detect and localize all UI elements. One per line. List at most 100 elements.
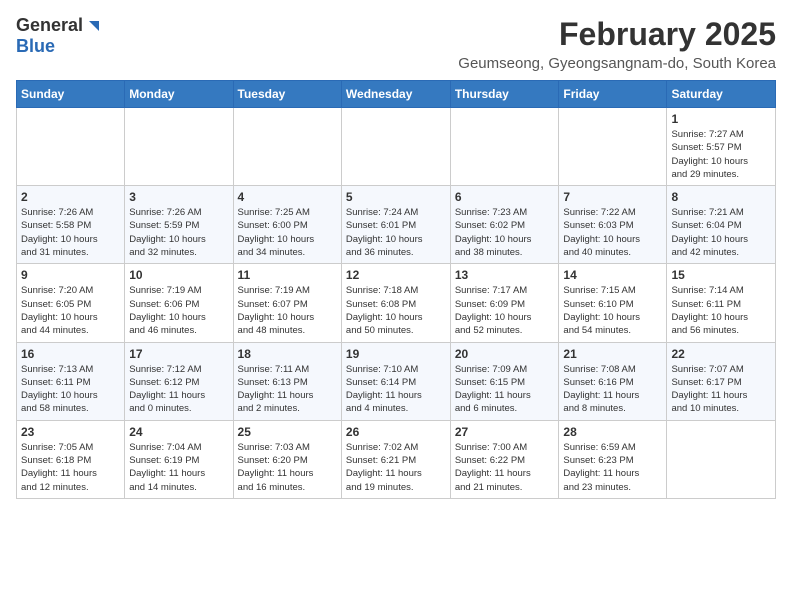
cell-day-number: 23 bbox=[21, 425, 120, 439]
calendar-week-row: 1 Sunrise: 7:27 AM Sunset: 5:57 PM Daylig… bbox=[17, 108, 776, 186]
calendar-cell bbox=[341, 108, 450, 186]
cell-day-number: 3 bbox=[129, 190, 228, 204]
cell-day-number: 26 bbox=[346, 425, 446, 439]
cell-info-text: Sunrise: 7:08 AM Sunset: 6:16 PM Dayligh… bbox=[563, 363, 662, 416]
calendar-header-friday: Friday bbox=[559, 81, 667, 108]
calendar-cell bbox=[559, 108, 667, 186]
cell-day-number: 24 bbox=[129, 425, 228, 439]
cell-info-text: Sunrise: 7:22 AM Sunset: 6:03 PM Dayligh… bbox=[563, 206, 662, 259]
calendar-cell: 10 Sunrise: 7:19 AM Sunset: 6:06 PM Dayli… bbox=[125, 264, 233, 342]
calendar-week-row: 16 Sunrise: 7:13 AM Sunset: 6:11 PM Dayli… bbox=[17, 342, 776, 420]
cell-day-number: 4 bbox=[238, 190, 337, 204]
calendar: SundayMondayTuesdayWednesdayThursdayFrid… bbox=[16, 80, 776, 499]
calendar-cell: 5 Sunrise: 7:24 AM Sunset: 6:01 PM Daylig… bbox=[341, 186, 450, 264]
calendar-header-monday: Monday bbox=[125, 81, 233, 108]
calendar-header-sunday: Sunday bbox=[17, 81, 125, 108]
calendar-cell: 7 Sunrise: 7:22 AM Sunset: 6:03 PM Daylig… bbox=[559, 186, 667, 264]
cell-info-text: Sunrise: 7:26 AM Sunset: 5:58 PM Dayligh… bbox=[21, 206, 120, 259]
cell-day-number: 21 bbox=[563, 347, 662, 361]
calendar-header-saturday: Saturday bbox=[667, 81, 776, 108]
cell-info-text: Sunrise: 7:12 AM Sunset: 6:12 PM Dayligh… bbox=[129, 363, 228, 416]
cell-info-text: Sunrise: 7:03 AM Sunset: 6:20 PM Dayligh… bbox=[238, 441, 337, 494]
cell-day-number: 9 bbox=[21, 268, 120, 282]
cell-day-number: 11 bbox=[238, 268, 337, 282]
calendar-cell: 4 Sunrise: 7:25 AM Sunset: 6:00 PM Daylig… bbox=[233, 186, 341, 264]
calendar-header-thursday: Thursday bbox=[450, 81, 559, 108]
calendar-cell: 11 Sunrise: 7:19 AM Sunset: 6:07 PM Dayli… bbox=[233, 264, 341, 342]
cell-info-text: Sunrise: 6:59 AM Sunset: 6:23 PM Dayligh… bbox=[563, 441, 662, 494]
calendar-cell: 13 Sunrise: 7:17 AM Sunset: 6:09 PM Dayli… bbox=[450, 264, 559, 342]
cell-info-text: Sunrise: 7:20 AM Sunset: 6:05 PM Dayligh… bbox=[21, 284, 120, 337]
subtitle: Geumseong, Gyeongsangnam-do, South Korea bbox=[458, 55, 776, 72]
cell-day-number: 25 bbox=[238, 425, 337, 439]
calendar-header-row: SundayMondayTuesdayWednesdayThursdayFrid… bbox=[17, 81, 776, 108]
cell-day-number: 15 bbox=[671, 268, 771, 282]
cell-info-text: Sunrise: 7:05 AM Sunset: 6:18 PM Dayligh… bbox=[21, 441, 120, 494]
calendar-cell: 27 Sunrise: 7:00 AM Sunset: 6:22 PM Dayli… bbox=[450, 420, 559, 498]
cell-day-number: 18 bbox=[238, 347, 337, 361]
cell-day-number: 27 bbox=[455, 425, 555, 439]
calendar-cell: 8Sunrise: 7:21 AM Sunset: 6:04 PM Daylig… bbox=[667, 186, 776, 264]
cell-info-text: Sunrise: 7:17 AM Sunset: 6:09 PM Dayligh… bbox=[455, 284, 555, 337]
cell-info-text: Sunrise: 7:19 AM Sunset: 6:07 PM Dayligh… bbox=[238, 284, 337, 337]
calendar-cell bbox=[233, 108, 341, 186]
cell-info-text: Sunrise: 7:09 AM Sunset: 6:15 PM Dayligh… bbox=[455, 363, 555, 416]
cell-day-number: 17 bbox=[129, 347, 228, 361]
cell-info-text: Sunrise: 7:14 AM Sunset: 6:11 PM Dayligh… bbox=[671, 284, 771, 337]
cell-info-text: Sunrise: 7:25 AM Sunset: 6:00 PM Dayligh… bbox=[238, 206, 337, 259]
title-area: February 2025 Geumseong, Gyeongsangnam-d… bbox=[458, 16, 776, 72]
cell-info-text: Sunrise: 7:13 AM Sunset: 6:11 PM Dayligh… bbox=[21, 363, 120, 416]
cell-info-text: Sunrise: 7:19 AM Sunset: 6:06 PM Dayligh… bbox=[129, 284, 228, 337]
cell-day-number: 1 bbox=[671, 112, 771, 126]
logo: General Blue bbox=[16, 16, 103, 57]
cell-day-number: 20 bbox=[455, 347, 555, 361]
logo-blue: Blue bbox=[16, 36, 55, 57]
calendar-cell: 6 Sunrise: 7:23 AM Sunset: 6:02 PM Daylig… bbox=[450, 186, 559, 264]
cell-day-number: 2 bbox=[21, 190, 120, 204]
cell-info-text: Sunrise: 7:11 AM Sunset: 6:13 PM Dayligh… bbox=[238, 363, 337, 416]
calendar-cell bbox=[17, 108, 125, 186]
calendar-header-tuesday: Tuesday bbox=[233, 81, 341, 108]
calendar-cell: 15 Sunrise: 7:14 AM Sunset: 6:11 PM Dayli… bbox=[667, 264, 776, 342]
logo-general: General bbox=[16, 16, 83, 36]
cell-info-text: Sunrise: 7:18 AM Sunset: 6:08 PM Dayligh… bbox=[346, 284, 446, 337]
main-title: February 2025 bbox=[458, 16, 776, 53]
cell-day-number: 8 bbox=[671, 190, 771, 204]
calendar-cell: 24Sunrise: 7:04 AM Sunset: 6:19 PM Dayli… bbox=[125, 420, 233, 498]
cell-day-number: 5 bbox=[346, 190, 446, 204]
calendar-cell: 28 Sunrise: 6:59 AM Sunset: 6:23 PM Dayli… bbox=[559, 420, 667, 498]
cell-day-number: 10 bbox=[129, 268, 228, 282]
calendar-cell: 12 Sunrise: 7:18 AM Sunset: 6:08 PM Dayli… bbox=[341, 264, 450, 342]
logo-arrow-icon bbox=[85, 17, 103, 35]
header: General Blue February 2025 Geumseong, Gy… bbox=[16, 16, 776, 72]
calendar-cell: 3Sunrise: 7:26 AM Sunset: 5:59 PM Daylig… bbox=[125, 186, 233, 264]
calendar-cell: 18 Sunrise: 7:11 AM Sunset: 6:13 PM Dayli… bbox=[233, 342, 341, 420]
cell-day-number: 13 bbox=[455, 268, 555, 282]
calendar-cell: 19Sunrise: 7:10 AM Sunset: 6:14 PM Dayli… bbox=[341, 342, 450, 420]
calendar-cell: 20 Sunrise: 7:09 AM Sunset: 6:15 PM Dayli… bbox=[450, 342, 559, 420]
calendar-header-wednesday: Wednesday bbox=[341, 81, 450, 108]
cell-info-text: Sunrise: 7:23 AM Sunset: 6:02 PM Dayligh… bbox=[455, 206, 555, 259]
calendar-week-row: 2 Sunrise: 7:26 AM Sunset: 5:58 PM Daylig… bbox=[17, 186, 776, 264]
calendar-week-row: 23 Sunrise: 7:05 AM Sunset: 6:18 PM Dayli… bbox=[17, 420, 776, 498]
cell-day-number: 16 bbox=[21, 347, 120, 361]
cell-day-number: 6 bbox=[455, 190, 555, 204]
calendar-cell: 21 Sunrise: 7:08 AM Sunset: 6:16 PM Dayli… bbox=[559, 342, 667, 420]
cell-day-number: 28 bbox=[563, 425, 662, 439]
cell-day-number: 22 bbox=[671, 347, 771, 361]
calendar-cell: 1 Sunrise: 7:27 AM Sunset: 5:57 PM Daylig… bbox=[667, 108, 776, 186]
calendar-cell: 16 Sunrise: 7:13 AM Sunset: 6:11 PM Dayli… bbox=[17, 342, 125, 420]
cell-day-number: 14 bbox=[563, 268, 662, 282]
cell-info-text: Sunrise: 7:27 AM Sunset: 5:57 PM Dayligh… bbox=[671, 128, 771, 181]
cell-day-number: 7 bbox=[563, 190, 662, 204]
calendar-cell bbox=[125, 108, 233, 186]
calendar-cell: 25 Sunrise: 7:03 AM Sunset: 6:20 PM Dayli… bbox=[233, 420, 341, 498]
cell-day-number: 12 bbox=[346, 268, 446, 282]
calendar-cell: 2 Sunrise: 7:26 AM Sunset: 5:58 PM Daylig… bbox=[17, 186, 125, 264]
cell-info-text: Sunrise: 7:00 AM Sunset: 6:22 PM Dayligh… bbox=[455, 441, 555, 494]
cell-info-text: Sunrise: 7:10 AM Sunset: 6:14 PM Dayligh… bbox=[346, 363, 446, 416]
calendar-cell: 14Sunrise: 7:15 AM Sunset: 6:10 PM Dayli… bbox=[559, 264, 667, 342]
calendar-cell: 9 Sunrise: 7:20 AM Sunset: 6:05 PM Daylig… bbox=[17, 264, 125, 342]
calendar-cell: 23 Sunrise: 7:05 AM Sunset: 6:18 PM Dayli… bbox=[17, 420, 125, 498]
cell-info-text: Sunrise: 7:24 AM Sunset: 6:01 PM Dayligh… bbox=[346, 206, 446, 259]
